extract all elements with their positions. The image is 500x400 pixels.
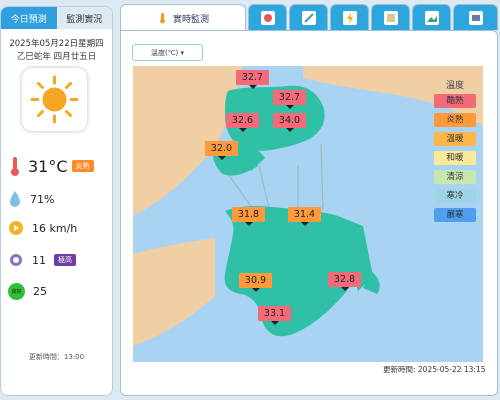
- thermometer-icon: [11, 157, 19, 176]
- humidity-row: 71%: [8, 190, 54, 208]
- chart-icon: [383, 10, 398, 25]
- monitor-update-time: 更新時間: 2025-05-22 13:15: [383, 365, 486, 374]
- tab-realtime-monitor[interactable]: 實時監測: [120, 4, 246, 31]
- legend-item: 嚴寒: [434, 208, 476, 222]
- current-temperature: 31°C: [28, 156, 68, 176]
- tab-webcam[interactable]: [453, 4, 498, 30]
- tab-radar[interactable]: [248, 4, 287, 30]
- satellite-icon: [301, 10, 316, 25]
- station-temp-label[interactable]: 32.6: [226, 113, 259, 132]
- tab-realtime-label: 實時監測: [172, 14, 209, 25]
- legend-item: 炎熱: [434, 113, 476, 127]
- legend-item: 溫暖: [434, 132, 476, 146]
- station-temp-label[interactable]: 30.9: [239, 273, 272, 292]
- uv-row: 11 極高: [8, 252, 76, 268]
- aqi-icon: 良好: [8, 283, 25, 300]
- station-temp-label[interactable]: 32.7: [273, 90, 306, 109]
- weather-icon-box: [22, 68, 87, 131]
- station-temp-label[interactable]: 31.8: [232, 207, 265, 226]
- station-temp-label[interactable]: 32.0: [205, 141, 238, 160]
- legend-item: 寒冷: [434, 189, 476, 203]
- camera-icon: [424, 10, 439, 25]
- temperature-row: 31°C 炎熱: [8, 155, 94, 177]
- tab-chart[interactable]: [371, 4, 410, 30]
- tab-lightning[interactable]: [330, 4, 369, 30]
- date-block: 2025年05月22日星期四 乙巳蛇年 四月廿五日: [1, 38, 112, 64]
- wind-icon: [9, 221, 23, 235]
- tab-live-report[interactable]: 監測實況: [56, 7, 112, 29]
- temperature-badge: 炎熱: [71, 160, 94, 172]
- legend-item: 和暖: [434, 151, 476, 165]
- lunar-date: 乙巳蛇年 四月廿五日: [16, 52, 97, 62]
- station-temp-label[interactable]: 32.7: [236, 70, 269, 89]
- station-temp-label[interactable]: 33.1: [258, 306, 291, 325]
- tab-camera[interactable]: [412, 4, 451, 30]
- wind-speed: 16 km/h: [32, 221, 78, 235]
- aqi-icon-label: 良好: [11, 289, 22, 295]
- gregorian-date: 2025年05月22日星期四: [9, 39, 104, 49]
- station-temp-label[interactable]: 31.4: [288, 207, 321, 226]
- uv-badge: 極高: [54, 254, 76, 266]
- thermometer-icon: [159, 13, 165, 24]
- forecast-update-time: 更新時間：13:00: [28, 353, 85, 361]
- humidity-icon: [10, 191, 20, 207]
- wind-row: 16 km/h: [8, 220, 77, 236]
- weather-app: 今日預測 監測實況 2025年05月22日星期四 乙巳蛇年 四月廿五日 31°C…: [0, 0, 500, 400]
- uv-icon: [10, 254, 22, 266]
- legend-item: 酷熱: [434, 94, 476, 108]
- monitor-tabs: 實時監測: [120, 4, 498, 31]
- radar-icon: [260, 10, 275, 25]
- station-temp-label[interactable]: 34.0: [273, 113, 306, 132]
- sun-icon: [30, 75, 79, 124]
- webcam-icon: [468, 10, 483, 25]
- aqi-value: 25: [33, 285, 47, 298]
- parameter-dropdown[interactable]: 溫度(℃) ▾: [132, 44, 203, 61]
- tab-satellite[interactable]: [289, 4, 328, 30]
- forecast-tabs: 今日預測 監測實況: [1, 7, 112, 29]
- legend-title: 溫度: [445, 81, 464, 91]
- temperature-legend: 溫度 酷熱 炎熱 溫暖 和暖 清涼 寒冷 嚴寒: [430, 78, 480, 227]
- tab-today-forecast[interactable]: 今日預測: [1, 7, 57, 29]
- humidity-value: 71%: [30, 192, 55, 206]
- uv-index: 11: [32, 253, 46, 267]
- station-temp-label[interactable]: 32.8: [328, 272, 361, 291]
- parameter-dropdown-label: 溫度(℃) ▾: [150, 48, 185, 57]
- aqi-row: 良好 25: [8, 283, 47, 300]
- legend-item: 清涼: [434, 170, 476, 184]
- lightning-icon: [342, 10, 357, 25]
